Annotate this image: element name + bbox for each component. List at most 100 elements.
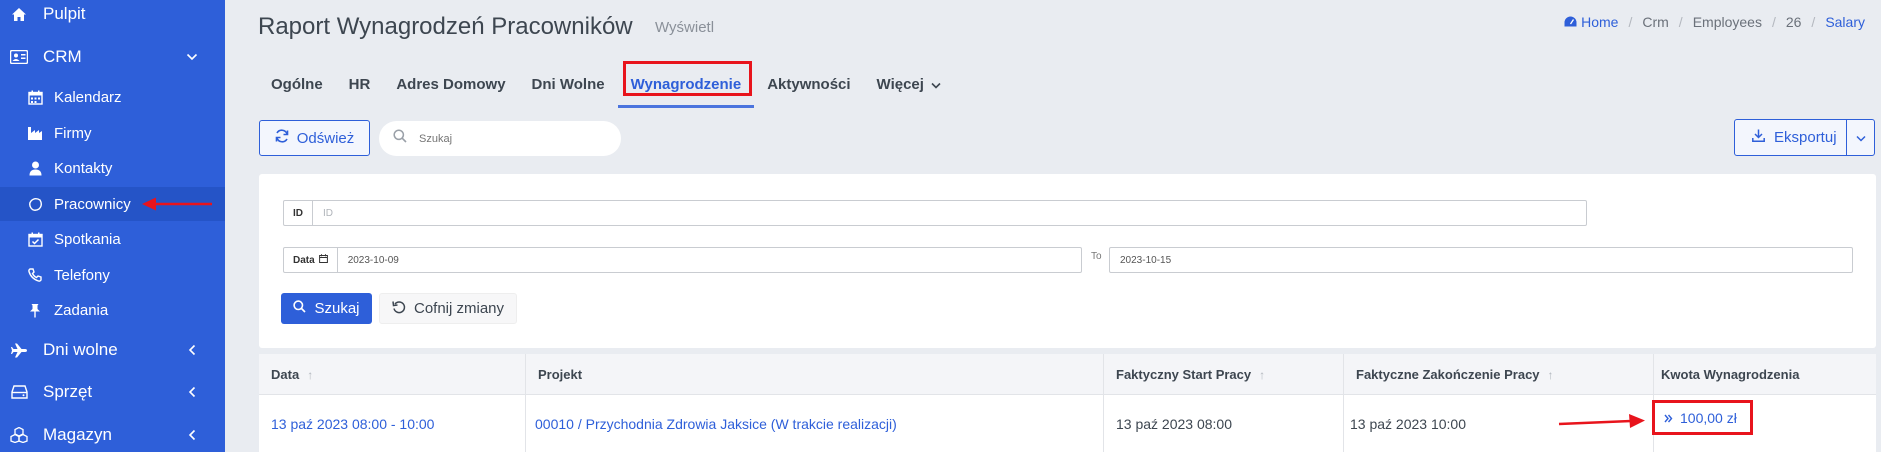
breadcrumb: Home / Crm / Employees / 26 / Salary [1564,14,1865,30]
date-to-filter [1109,247,1853,273]
project-link[interactable]: 00010 / Przychodnia Zdrowia Jaksice (W t… [535,416,897,432]
breadcrumb-separator: / [1771,14,1776,30]
salary-amount-link[interactable]: 100,00 zł [1652,400,1753,435]
hdd-icon [9,382,29,402]
column-header-label: Faktyczne Zakończenie Pracy [1356,367,1540,382]
date-link[interactable]: 13 paź 2023 08:00 - 10:00 [271,416,434,432]
sidebar-item-label: CRM [43,47,82,66]
dashboard-icon [1564,14,1577,30]
tab-label: HR [348,75,371,93]
chevron-left-icon [183,341,201,359]
tab-wiecej[interactable]: Więcej [864,60,954,108]
sidebar-item-label: Kontakty [54,159,113,177]
sidebar-item-label: Firmy [54,124,92,142]
sidebar-item-spotkania[interactable]: Spotkania [0,222,225,256]
tab-bar: Ogólne HR Adres Domowy Dni Wolne Wynagro… [258,60,954,110]
breadcrumb-separator: / [1678,14,1683,30]
breadcrumb-item[interactable]: 26 [1786,14,1802,30]
active-tab-indicator [617,105,755,108]
column-header-start[interactable]: Faktyczny Start Pracy ↑ [1104,354,1344,395]
tab-label: Adres Domowy [396,75,506,93]
column-header-end[interactable]: Faktyczne Zakończenie Pracy ↑ [1344,354,1654,395]
tab-wynagrodzenie[interactable]: Wynagrodzenie [617,60,755,108]
column-header-data[interactable]: Data ↑ [259,354,526,395]
sidebar-item-zadania[interactable]: Zadania [0,293,225,327]
table-header: Data ↑ Projekt Faktyczny Start Pracy ↑ F… [259,354,1876,395]
tab-adres-domowy[interactable]: Adres Domowy [383,60,518,108]
chevron-down-icon [183,48,201,66]
reset-button[interactable]: Cofnij zmiany [379,293,517,324]
tab-aktywnosci[interactable]: Aktywności [754,60,863,108]
undo-icon [392,300,406,318]
date-to-label: To [1091,251,1102,262]
search-button[interactable]: Szukaj [281,293,372,324]
refresh-icon [275,129,289,147]
export-main[interactable]: Eksportuj [1735,120,1846,155]
breadcrumb-separator: / [1811,14,1816,30]
id-field[interactable] [313,201,1586,225]
breadcrumb-current[interactable]: Salary [1825,14,1865,30]
search-icon [293,300,307,317]
column-header-projekt[interactable]: Projekt [526,354,1104,395]
date-to-field[interactable] [1110,248,1852,272]
sidebar-item-pulpit[interactable]: Pulpit [0,0,225,31]
home-icon [9,4,29,24]
sidebar-item-label: Spotkania [54,230,121,248]
thumbtack-icon [26,301,44,319]
tab-label: Dni Wolne [531,75,605,93]
breadcrumb-home[interactable]: Home [1564,14,1618,30]
annotation-arrow [1558,414,1645,428]
plane-icon [9,340,29,360]
calendar-icon [318,254,328,266]
cell-project: 00010 / Przychodnia Zdrowia Jaksice (W t… [526,395,1104,452]
sidebar-item-label: Dni wolne [43,340,118,359]
sidebar-item-kontakty[interactable]: Kontakty [0,151,225,185]
column-header-label: Projekt [538,367,583,382]
refresh-button[interactable]: Odśwież [259,120,370,156]
column-header-kwota[interactable]: Kwota Wynagrodzenia [1654,354,1876,395]
sidebar-item-kalendarz[interactable]: Kalendarz [0,80,225,114]
reset-button-label: Cofnij zmiany [413,300,505,317]
user-icon [26,159,44,177]
breadcrumb-home-label: Home [1581,14,1619,30]
sidebar-item-sprzet[interactable]: Sprzęt [0,375,225,409]
cell-start: 13 paź 2023 08:00 [1104,395,1344,452]
search-button-label: Szukaj [314,300,360,317]
sort-arrow-icon: ↑ [307,367,314,382]
date-label: Data [293,254,315,266]
cubes-icon [9,425,29,445]
highlight-box [622,61,753,96]
chevron-left-icon [183,383,201,401]
tab-ogolne[interactable]: Ogólne [258,60,336,108]
salary-amount: 100,00 zł [1680,409,1737,426]
tab-hr[interactable]: HR [336,60,384,108]
export-button[interactable]: Eksportuj [1734,119,1875,156]
breadcrumb-item[interactable]: Employees [1693,14,1762,30]
sort-arrow-icon: ↑ [1547,367,1554,382]
tab-label: Ogólne [271,75,323,93]
sidebar-item-telefony[interactable]: Telefony [0,258,225,292]
calendar-icon [26,88,44,106]
sidebar-item-dni-wolne[interactable]: Dni wolne [0,333,225,367]
sidebar-item-firmy[interactable]: Firmy [0,116,225,150]
breadcrumb-item[interactable]: Crm [1642,14,1668,30]
export-dropdown-toggle[interactable] [1846,120,1874,155]
lemon-icon [26,195,44,213]
date-from-filter: Data [283,247,1082,273]
sidebar-item-crm[interactable]: CRM [0,40,225,74]
sidebar-item-label: Magazyn [43,425,112,444]
search-box [379,121,621,156]
chevron-down-icon [1856,129,1866,146]
page-subtitle: Wyświetl [655,19,715,36]
download-icon [1752,129,1765,146]
salary-table: Data ↑ Projekt Faktyczny Start Pracy ↑ F… [259,354,1876,452]
sidebar-item-label: Kalendarz [54,88,122,106]
tab-dni-wolne[interactable]: Dni Wolne [519,60,618,108]
tab-label: Aktywności [767,75,851,93]
tab-label: Więcej [876,75,924,93]
id-label: ID [284,201,313,225]
date-label-addon: Data [284,248,338,272]
search-input[interactable] [419,132,599,145]
date-from-field[interactable] [337,248,1081,272]
sidebar-item-magazyn[interactable]: Magazyn [0,418,225,452]
